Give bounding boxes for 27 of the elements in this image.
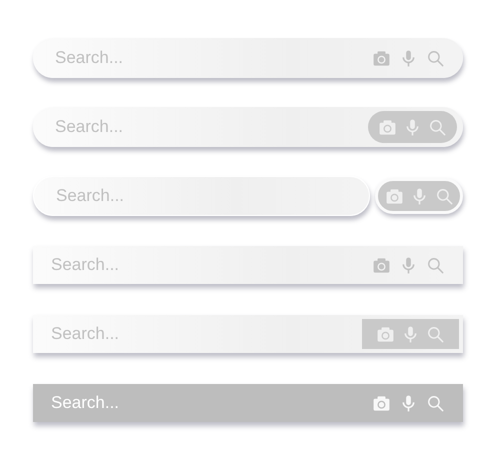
- search-bar[interactable]: Search...: [33, 176, 370, 216]
- icon-tray[interactable]: [362, 319, 459, 349]
- search-field[interactable]: Search...: [55, 117, 368, 137]
- search-bar[interactable]: Search...: [33, 315, 463, 353]
- search-field[interactable]: Search...: [51, 255, 372, 275]
- search-field[interactable]: Search...: [51, 324, 362, 344]
- search-icon[interactable]: [426, 48, 445, 68]
- search-field[interactable]: Search...: [51, 393, 372, 413]
- search-bar[interactable]: Search...: [33, 246, 463, 284]
- search-bar[interactable]: Search...: [33, 38, 463, 78]
- search-field[interactable]: Search...: [55, 48, 372, 68]
- search-icon[interactable]: [434, 186, 454, 206]
- search-icon[interactable]: [426, 394, 445, 412]
- camera-icon[interactable]: [372, 256, 391, 274]
- search-icon[interactable]: [426, 324, 445, 344]
- search-field[interactable]: Search...: [56, 186, 363, 206]
- camera-icon[interactable]: [378, 118, 397, 136]
- search-bar[interactable]: Search...: [33, 384, 463, 422]
- search-bar[interactable]: Search...: [33, 107, 463, 147]
- search-icon[interactable]: [428, 118, 447, 136]
- icon-tray[interactable]: [375, 178, 463, 214]
- camera-icon[interactable]: [376, 324, 395, 344]
- camera-icon[interactable]: [372, 48, 391, 68]
- icon-tray[interactable]: [368, 111, 457, 143]
- camera-icon[interactable]: [372, 394, 391, 412]
- search-icon[interactable]: [426, 256, 445, 274]
- camera-icon[interactable]: [384, 186, 404, 206]
